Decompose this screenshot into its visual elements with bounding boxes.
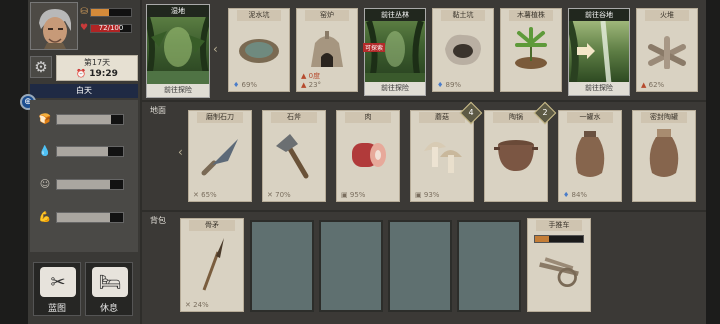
card-jar-of-water[interactable]: 一罐水 ♦ 84% [558,110,622,202]
card-cassava-plant[interactable]: 木薯植株 [500,8,562,92]
need-bar-fill [57,179,110,189]
calendar: 第17天 ⏰ 19:29 [56,55,138,81]
health-row: ♥ 72/100 [78,22,132,34]
card-sealed-jar[interactable]: 密封陶罐 [632,110,696,202]
handcart-image [536,247,582,293]
valley-image [569,21,629,82]
backpack-empty-slot[interactable] [388,220,452,312]
card-meta: ▲ 23° [301,81,322,89]
backpack-weight-icon: ⛁ [80,7,88,17]
chevron-left-icon[interactable]: ‹ [213,42,218,56]
mood-icon: ☺ [39,178,51,190]
rest-icon: 🛏 [92,267,128,297]
clock-icon: ⏰ [76,69,87,78]
needs-panel: 🍞 💧 ☺ 💪 [30,100,138,252]
card-bone-spear[interactable]: 骨矛 ✕ 24% [180,218,244,312]
gear-icon[interactable]: ⚙ [30,56,52,78]
game-screen: ⛁ ♥ 72/100 ⚙ 第17天 ⏰ 19:29 白天 ⊕ 🍞 💧 ☺ 💪 ✂… [0,0,720,324]
cart-capacity-bar [534,235,584,243]
card-handcart[interactable]: 手推车 [527,218,591,312]
card-mushroom[interactable]: 蘑菇 4 ▣ 93% [410,101,483,202]
tool-icon: ✕ [193,191,199,199]
need-bar-fill [57,146,109,156]
stone-axe-image [271,127,317,183]
stamina-row: ⛁ [78,6,132,18]
water-jar-image [567,127,613,183]
need-water: 💧 [34,144,134,158]
meat-image [345,127,391,183]
mud-pit-image [237,25,281,73]
clock-time: ⏰ 19:29 [76,69,118,79]
water-icon: 💧 [38,145,52,157]
card-meta: ✕ 70% [267,191,291,199]
ground-label: 地面 [150,106,166,115]
fire-icon: ▲ [641,81,647,89]
card-campfire[interactable]: 火堆 ▲ 62% [636,8,698,92]
fire-icon: ▲ [301,72,307,80]
card-meta: ♦ 69% [233,81,258,89]
fire-icon: ▲ [301,81,307,89]
right-edge [706,0,720,324]
stone-knife-image [197,127,243,183]
card-kiln[interactable]: 窑炉 ▲ 0度 ▲ 23° [296,8,358,92]
backpack-empty-slot[interactable] [319,220,383,312]
kiln-image [305,25,349,73]
sealed-jar-image [641,127,687,183]
water-drop-icon: ♦ [563,191,570,199]
rest-button[interactable]: 🛏 休息 [85,262,133,316]
heart-icon: ♥ [79,23,89,33]
character-portrait[interactable] [30,2,78,50]
freshness-icon: ▣ [341,191,348,199]
card-meta: ▣ 93% [415,191,440,199]
need-bar-fill [57,212,110,222]
food-icon: 🍞 [38,113,52,125]
health-text: 72/100 [98,23,124,32]
current-location-card[interactable]: 湿地 前往探险 [146,4,210,98]
card-meta-secondary: ▲ 0度 [301,72,321,80]
daytime-label: 白天 [30,84,138,98]
explore-tag: 可探索 [363,43,386,52]
card-stone-knife[interactable]: 磨制石刀 ✕ 65% [188,110,252,202]
blueprint-icon: ✂ [40,267,76,297]
strength-icon: 💪 [38,211,52,223]
left-edge [0,0,30,324]
card-meta: ✕ 65% [193,191,217,199]
card-mud-pit[interactable]: 泥水坑 ♦ 69% [228,8,290,92]
need-bar-fill [57,114,112,124]
tool-icon: ✕ [185,301,191,309]
chevron-left-icon[interactable]: ‹ [178,145,183,159]
day-count: 第17天 [83,58,111,67]
go-valley-card[interactable]: 前往谷地 前往探险 [568,8,630,96]
card-clay-pot[interactable]: 陶锅 2 [484,101,557,202]
wetland-image [147,17,209,84]
card-meat[interactable]: 肉 ▣ 95% [336,110,400,202]
card-meta: ▣ 95% [341,191,366,199]
mushroom-image [419,127,465,183]
clay-pit-image [441,25,485,73]
water-drop-icon: ♦ [233,81,240,89]
backpack-empty-slot[interactable] [250,220,314,312]
need-strength: 💪 [34,210,134,224]
go-jungle-card[interactable]: 前往丛林 可探索 前往探险 [363,8,426,96]
blueprint-button[interactable]: ✂ 蓝图 [33,262,81,316]
cassava-plant-image [509,25,553,73]
card-meta: ▲ 62% [641,81,665,89]
backpack-label: 背包 [150,216,166,225]
tool-icon: ✕ [267,191,273,199]
bone-spear-image [189,235,235,293]
clay-pot-image [493,127,539,183]
backpack-empty-slot[interactable] [457,220,521,312]
water-drop-icon: ♦ [437,81,444,89]
card-meta: ♦ 89% [437,81,462,89]
freshness-icon: ▣ [415,191,422,199]
card-meta: ✕ 24% [185,301,209,309]
card-stone-axe[interactable]: 石斧 ✕ 70% [262,110,326,202]
need-mood: ☺ [34,177,134,191]
health-bar: 72/100 [90,23,132,33]
campfire-image [645,25,689,73]
need-food: 🍞 [34,112,134,126]
card-meta: ♦ 84% [563,191,588,199]
stamina-bar [90,7,132,17]
card-clay-pit[interactable]: 黏土坑 ♦ 89% [432,8,494,92]
